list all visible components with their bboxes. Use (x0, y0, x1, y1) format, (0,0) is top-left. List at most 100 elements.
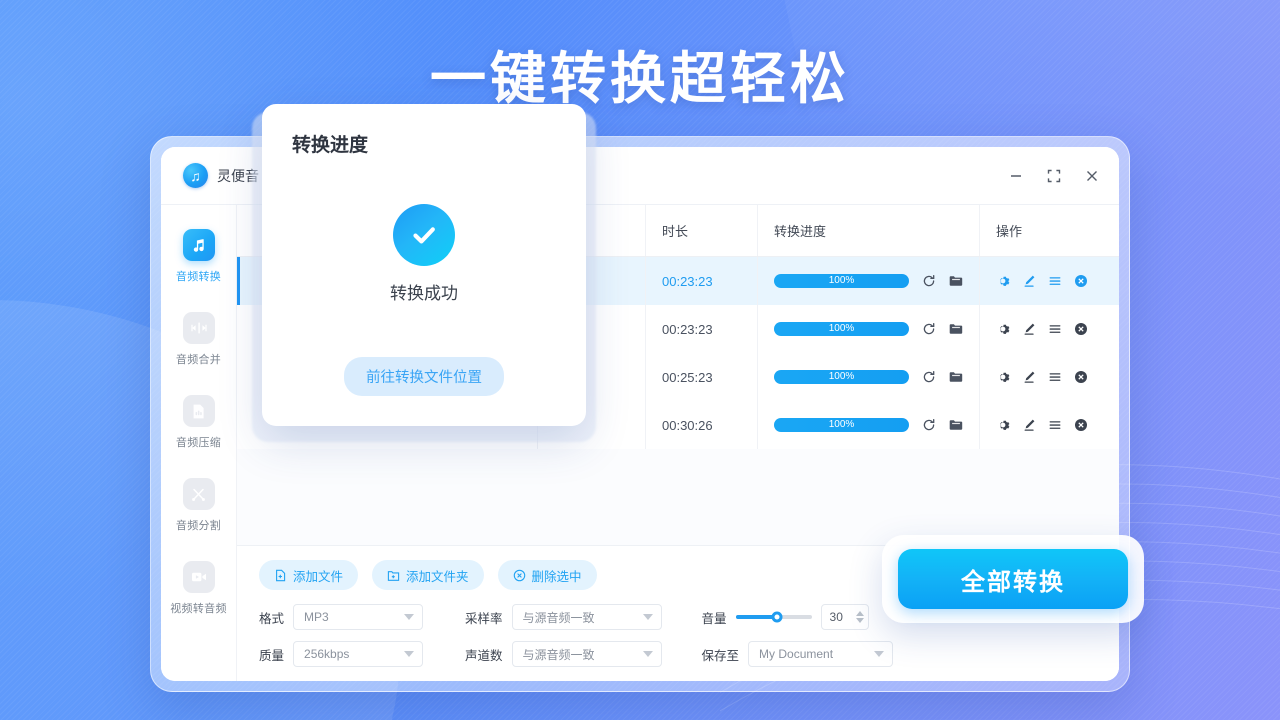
music-note-icon (182, 229, 215, 261)
quality-select[interactable]: 256kbps (293, 641, 424, 667)
circle-close-icon[interactable] (1074, 322, 1088, 336)
maximize-icon[interactable] (1045, 167, 1063, 185)
cell-duration: 00:30:26 (645, 401, 757, 449)
channels-select[interactable]: 与源音频一致 (511, 641, 662, 667)
circle-close-icon[interactable] (1074, 274, 1088, 288)
progress-bar: 100% (774, 370, 909, 384)
page-title: 一键转换超轻松 (430, 47, 850, 110)
folder-icon[interactable] (949, 275, 963, 287)
duration-value: 00:25:23 (662, 369, 713, 385)
sidebar-item-label: 音频分割 (175, 520, 222, 532)
refresh-icon[interactable] (922, 370, 936, 384)
refresh-icon[interactable] (922, 322, 936, 336)
saveto-value: My Document (759, 647, 834, 661)
list-icon[interactable] (1048, 322, 1062, 336)
format-row: 格式 MP3 (259, 604, 424, 630)
folder-icon[interactable] (949, 323, 963, 335)
cell-actions (979, 305, 1119, 353)
samplerate-select[interactable]: 与源音频一致 (511, 604, 662, 630)
list-icon[interactable] (1048, 418, 1062, 432)
close-icon[interactable] (1083, 167, 1101, 185)
pencil-icon[interactable] (1022, 274, 1036, 288)
pencil-icon[interactable] (1022, 370, 1036, 384)
gear-icon[interactable] (996, 274, 1010, 288)
go-to-output-folder-button[interactable]: 前往转换文件位置 (344, 357, 504, 396)
volume-row: 音量 30 (702, 604, 894, 630)
chevron-up-icon[interactable] (855, 611, 864, 616)
gear-icon[interactable] (996, 418, 1010, 432)
stepper-arrows (855, 611, 864, 623)
gear-icon[interactable] (996, 370, 1010, 384)
folder-icon[interactable] (949, 419, 963, 431)
pencil-icon[interactable] (1022, 322, 1036, 336)
cell-progress: 100% (757, 401, 979, 449)
modal-message: 转换成功 (390, 284, 458, 303)
channels-label: 声道数 (465, 648, 503, 663)
duration-value: 00:23:23 (662, 321, 713, 337)
cell-progress: 100% (757, 257, 979, 305)
refresh-icon[interactable] (922, 418, 936, 432)
cell-progress: 100% (757, 353, 979, 401)
quality-row: 质量 256kbps (259, 641, 424, 667)
pencil-icon[interactable] (1022, 418, 1036, 432)
saveto-select[interactable]: My Document (748, 641, 894, 667)
saveto-label: 保存至 (701, 648, 740, 663)
field-group-format: 格式 MP3 质量 256kbps (259, 604, 424, 667)
cell-duration: 00:25:23 (645, 353, 757, 401)
volume-slider-knob[interactable] (771, 611, 783, 623)
gear-icon[interactable] (996, 322, 1010, 336)
sidebar-item-audio-convert[interactable]: 音频转换 (161, 229, 236, 284)
channels-row: 声道数 与源音频一致 (465, 641, 662, 667)
sidebar-item-audio-merge[interactable]: 音频合并 (161, 312, 236, 367)
cell-progress: 100% (757, 305, 979, 353)
cell-actions (979, 353, 1119, 401)
convert-all-button[interactable]: 全部转换 (898, 549, 1128, 609)
progress-bar: 100% (774, 418, 909, 432)
scissors-icon (182, 478, 215, 510)
chevron-down-icon (404, 614, 415, 620)
column-header-progress: 转换进度 (757, 205, 979, 256)
duration-value: 00:30:26 (662, 417, 713, 433)
circle-close-icon[interactable] (1074, 370, 1088, 384)
video-camera-icon (182, 561, 215, 593)
sidebar-item-label: 音频转换 (175, 271, 222, 283)
volume-stepper[interactable]: 30 (820, 604, 869, 630)
minimize-icon[interactable] (1007, 167, 1025, 185)
saveto-row: 保存至 My Document (702, 641, 894, 667)
samplerate-label: 采样率 (465, 611, 503, 626)
poster-stage: 一键转换超轻松 灵便音 (0, 0, 1280, 720)
delete-selected-button[interactable]: 删除选中 (497, 560, 597, 590)
folder-icon[interactable] (949, 371, 963, 383)
sidebar-item-label: 音频压缩 (175, 437, 222, 449)
list-icon[interactable] (1048, 274, 1062, 288)
samplerate-value: 与源音频一致 (522, 610, 595, 625)
compress-file-icon (182, 395, 215, 427)
duration-value: 00:23:23 (662, 273, 713, 289)
brand: 灵便音 (183, 163, 259, 188)
quality-value: 256kbps (304, 647, 350, 661)
chevron-down-icon (642, 651, 653, 657)
sidebar-item-label: 视频转音频 (170, 603, 227, 615)
add-folder-button[interactable]: 添加文件夹 (372, 560, 484, 590)
chevron-down-icon[interactable] (855, 618, 864, 623)
progress-bar: 100% (774, 274, 909, 288)
column-header-actions: 操作 (979, 205, 1119, 256)
cell-actions (979, 257, 1119, 305)
modal-body: 转换成功 (292, 151, 556, 357)
refresh-icon[interactable] (922, 274, 936, 288)
add-file-button[interactable]: 添加文件 (259, 560, 359, 590)
chevron-down-icon (642, 614, 653, 620)
conversion-progress-modal: 转换进度 转换成功 前往转换文件位置 (262, 104, 586, 426)
sidebar-item-audio-split[interactable]: 音频分割 (161, 478, 236, 533)
volume-slider[interactable] (735, 611, 812, 623)
volume-label: 音量 (701, 611, 727, 626)
sidebar-item-audio-compress[interactable]: 音频压缩 (161, 395, 236, 450)
format-select[interactable]: MP3 (293, 604, 424, 630)
format-value: MP3 (304, 610, 329, 624)
chevron-down-icon (874, 651, 885, 657)
sidebar-item-video-to-audio[interactable]: 视频转音频 (161, 561, 236, 616)
button-label: 添加文件夹 (406, 569, 469, 584)
list-icon[interactable] (1048, 370, 1062, 384)
column-header-duration: 时长 (645, 205, 757, 256)
circle-close-icon[interactable] (1074, 418, 1088, 432)
